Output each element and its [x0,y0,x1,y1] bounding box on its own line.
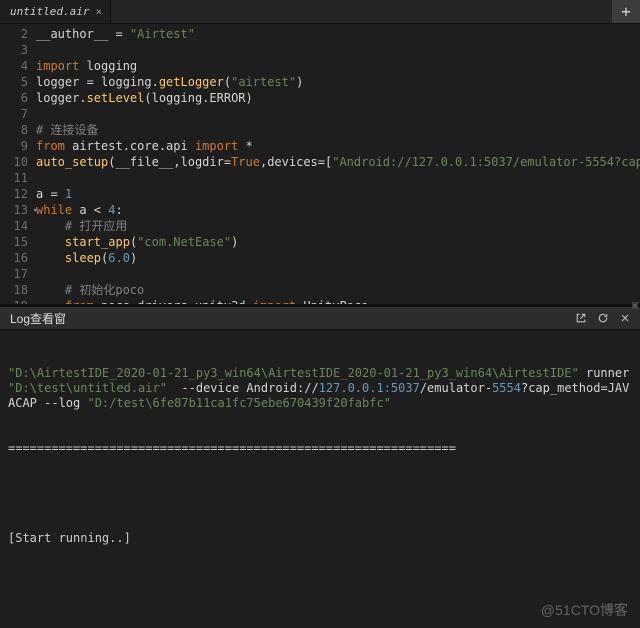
line-number: 8 [0,122,36,138]
log-start-running: [Start running..] [8,531,632,546]
code-editor[interactable]: 2__author__ = "Airtest"34import logging5… [0,24,640,304]
code-line[interactable]: 10auto_setup(__file__,logdir=True,device… [0,154,640,170]
line-number: 9 [0,138,36,154]
code-line[interactable]: 2__author__ = "Airtest" [0,26,640,42]
log-command-line: "D:\AirtestIDE_2020-01-21_py3_win64\Airt… [8,366,632,411]
line-number: 13▾ [0,202,36,218]
code-line[interactable]: 16 sleep(6.0) [0,250,640,266]
close-panel-icon[interactable] [616,309,634,327]
refresh-icon[interactable] [594,309,612,327]
line-number: 10 [0,154,36,170]
line-number: 6 [0,90,36,106]
line-number: 14 [0,218,36,234]
log-panel-title: Log查看窗 [10,310,66,327]
log-rule: ========================================… [8,441,632,456]
code-line[interactable]: 3 [0,42,640,58]
watermark: @51CTO博客 [541,600,628,620]
code-line[interactable]: 19 from poco.drivers.unity3d import Unit… [0,298,640,304]
code-line[interactable]: 8# 连接设备 [0,122,640,138]
code-line[interactable]: 12a = 1 [0,186,640,202]
fold-icon[interactable]: ▾ [33,203,38,219]
code-line[interactable]: 14 # 打开应用 [0,218,640,234]
line-number: 2 [0,26,36,42]
line-number: 15 [0,234,36,250]
external-link-icon[interactable] [572,309,590,327]
code-line[interactable]: 18 # 初始化poco [0,282,640,298]
code-line[interactable]: 17 [0,266,640,282]
tab-filename: untitled.air [10,5,89,18]
close-icon[interactable]: × [95,5,102,18]
new-tab-button[interactable]: + [612,0,640,23]
code-line[interactable]: 5logger = logging.getLogger("airtest") [0,74,640,90]
log-panel-header: Log查看窗 [0,306,640,330]
line-number: 18 [0,282,36,298]
code-line[interactable]: 6logger.setLevel(logging.ERROR) [0,90,640,106]
scroll-indicator-icon: ▣ [632,300,638,311]
code-line[interactable]: 13▾while a < 4: [0,202,640,218]
line-number: 16 [0,250,36,266]
code-line[interactable]: 9from airtest.core.api import * [0,138,640,154]
code-line[interactable]: 11 [0,170,640,186]
line-number: 17 [0,266,36,282]
tab-bar: untitled.air × + [0,0,640,24]
line-number: 3 [0,42,36,58]
line-number: 11 [0,170,36,186]
file-tab[interactable]: untitled.air × [0,0,111,23]
code-line[interactable]: 4import logging [0,58,640,74]
code-line[interactable]: 7 [0,106,640,122]
log-output[interactable]: "D:\AirtestIDE_2020-01-21_py3_win64\Airt… [0,330,640,567]
line-number: 12 [0,186,36,202]
line-number: 7 [0,106,36,122]
line-number: 4 [0,58,36,74]
line-number: 19 [0,298,36,304]
code-line[interactable]: 15 start_app("com.NetEase") [0,234,640,250]
line-number: 5 [0,74,36,90]
